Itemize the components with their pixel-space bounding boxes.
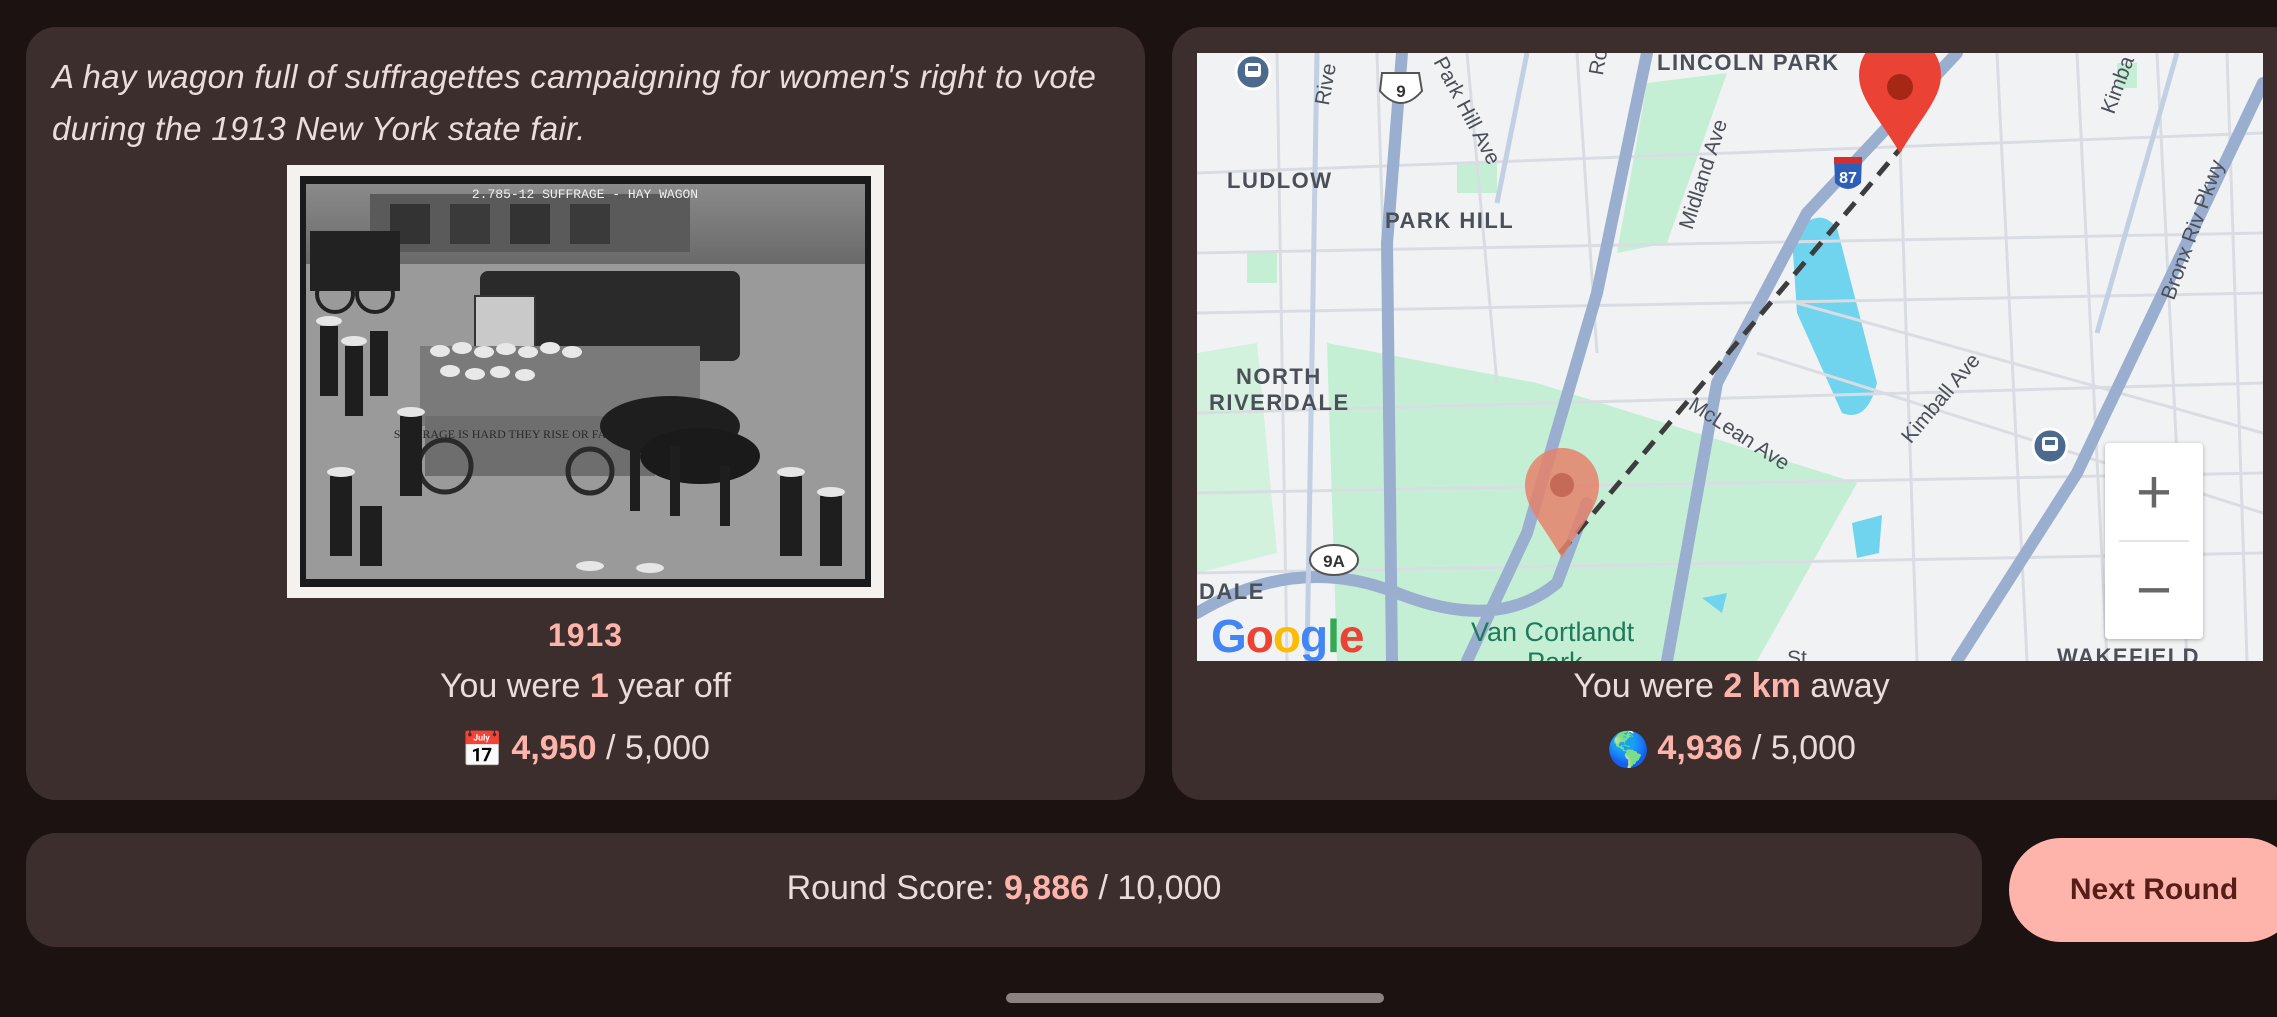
distance-suffix: away xyxy=(1800,667,1890,705)
google-logo-letter: G xyxy=(1211,610,1247,661)
historical-photo: SUFFRAGE IS HARD THEY RISE OR FALL TOGET… xyxy=(287,165,884,598)
actual-year: 1913 xyxy=(547,617,624,653)
calendar-icon: 📅 xyxy=(461,731,504,769)
location-score-separator: / xyxy=(1742,729,1771,767)
google-logo-letter: e xyxy=(1338,610,1365,661)
google-logo-letter: l xyxy=(1327,610,1340,661)
map-label-lincoln-park: LINCOLN PARK xyxy=(1657,53,1840,75)
map-label-park: Park xyxy=(1527,647,1583,661)
train-station-icon xyxy=(1234,53,1272,91)
year-difference: You were 1 year off xyxy=(26,667,1145,706)
suffrage-wagon-photo: SUFFRAGE IS HARD THEY RISE OR FALL TOGET… xyxy=(300,176,871,587)
zoom-out-button[interactable]: − xyxy=(2105,541,2203,639)
park-area xyxy=(1247,253,1277,283)
map-zoom-control: + − xyxy=(2105,443,2203,639)
interstate-87-shield: 87 xyxy=(1834,157,1862,189)
train-station-icon xyxy=(2031,427,2069,465)
globe-icon: 🌎 xyxy=(1607,731,1650,769)
map-label-park-hill: PARK HILL xyxy=(1385,208,1515,233)
year-score-separator: / xyxy=(596,729,625,767)
location-score-value: 4,936 xyxy=(1657,729,1743,767)
location-score-max: 5,000 xyxy=(1770,729,1856,767)
street-ro: Ro xyxy=(1585,53,1613,77)
round-score-value: 9,886 xyxy=(1003,869,1090,907)
round-score-max: 10,000 xyxy=(1117,869,1222,907)
result-map[interactable]: 9 87 9A LINCOLN PARK LUDLOW PARK HILL NO… xyxy=(1197,53,2263,661)
google-logo-letter: o xyxy=(1245,610,1274,661)
gesture-handle[interactable] xyxy=(1006,993,1384,1003)
year-diff-value: 1 xyxy=(589,667,609,705)
year-diff-suffix: year off xyxy=(608,667,732,705)
distance-prefix: You were xyxy=(1573,667,1724,705)
distance-result: You were 2 km away xyxy=(1172,667,2277,706)
map-label-north: NORTH xyxy=(1236,364,1322,389)
google-logo: Google xyxy=(1211,609,1365,661)
year-score-max: 5,000 xyxy=(624,729,710,767)
map-label-wakefield: WAKEFIELD xyxy=(2057,644,2201,662)
year-score-value: 4,950 xyxy=(511,729,597,767)
interstate-87-label: 87 xyxy=(1839,170,1857,187)
year-diff-prefix: You were xyxy=(439,667,590,705)
year-score: 📅 4,950 / 5,000 xyxy=(26,729,1145,770)
distance-value: 2 km xyxy=(1723,667,1801,705)
map-label-van-cortlandt: Van Cortlandt xyxy=(1471,617,1635,647)
zoom-in-button[interactable]: + xyxy=(2105,443,2203,541)
map-canvas: 9 87 9A xyxy=(1197,53,2263,661)
route-9a-label: 9A xyxy=(1323,552,1345,571)
year-result-card: A hay wagon full of suffragettes campaig… xyxy=(26,27,1145,800)
street-st: St xyxy=(1787,647,1807,661)
photo-inscription: 2.785-12 SUFFRAGE - HAY WAGON xyxy=(472,187,698,202)
location-result-card: 9 87 9A LINCOLN PARK LUDLOW PARK HILL NO… xyxy=(1172,27,2277,800)
round-score-label: Round Score: xyxy=(786,869,1004,907)
location-score: 🌎 4,936 / 5,000 xyxy=(1172,729,2277,770)
round-score-separator: / xyxy=(1089,869,1118,907)
route-9-label: 9 xyxy=(1396,82,1405,101)
round-score: Round Score: 9,886 / 10,000 xyxy=(26,869,1982,908)
next-round-button[interactable]: Next Round xyxy=(2009,838,2277,942)
round-score-bar: Round Score: 9,886 / 10,000 xyxy=(26,833,1982,947)
map-label-ludlow: LUDLOW xyxy=(1227,168,1333,193)
photo-caption: A hay wagon full of suffragettes campaig… xyxy=(52,58,1097,147)
map-label-riverdale: RIVERDALE xyxy=(1209,390,1350,415)
map-label-dale: DALE xyxy=(1199,579,1265,604)
route-9a-shield: 9A xyxy=(1309,544,1359,576)
google-logo-letter: g xyxy=(1300,610,1328,661)
google-logo-letter: o xyxy=(1272,610,1301,661)
